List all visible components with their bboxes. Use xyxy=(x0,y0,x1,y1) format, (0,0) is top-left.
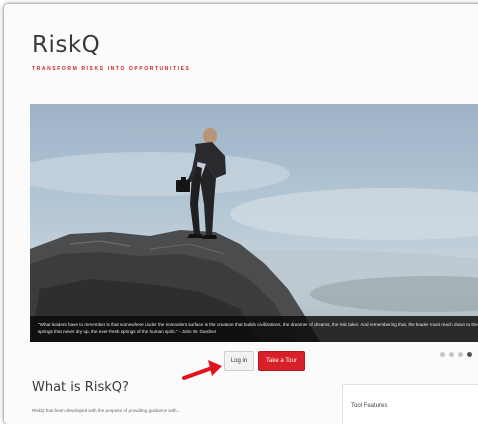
tool-features-panel: Tool Features xyxy=(342,384,478,424)
hero-image xyxy=(30,128,478,342)
site-logo-text[interactable]: RiskQ xyxy=(32,34,190,57)
hero-quote-caption: "What leaders have to remember is that s… xyxy=(30,316,478,342)
carousel-dot[interactable] xyxy=(440,352,445,357)
site-brand[interactable]: RiskQ TRANSFORM RISKS INTO OPPORTUNITIES xyxy=(32,34,191,73)
about-heading: What is RiskQ? xyxy=(32,380,129,395)
page-frame: RiskQ TRANSFORM RISKS INTO OPPORTUNITIES xyxy=(4,4,478,424)
tool-features-title: Tool Features xyxy=(351,403,388,409)
login-button[interactable]: Log in xyxy=(224,351,254,371)
carousel-indicators xyxy=(440,352,472,357)
hero-slide[interactable]: "What leaders have to remember is that s… xyxy=(30,104,478,342)
site-tagline: TRANSFORM RISKS INTO OPPORTUNITIES xyxy=(32,66,191,72)
about-text: RiskQ has been developed with the purpos… xyxy=(32,408,181,413)
red-arrow-icon xyxy=(182,360,222,380)
carousel-dot[interactable] xyxy=(449,352,454,357)
carousel-dot-active[interactable] xyxy=(467,352,472,357)
carousel-dot[interactable] xyxy=(458,352,463,357)
take-a-tour-button[interactable]: Take a Tour xyxy=(258,351,305,371)
